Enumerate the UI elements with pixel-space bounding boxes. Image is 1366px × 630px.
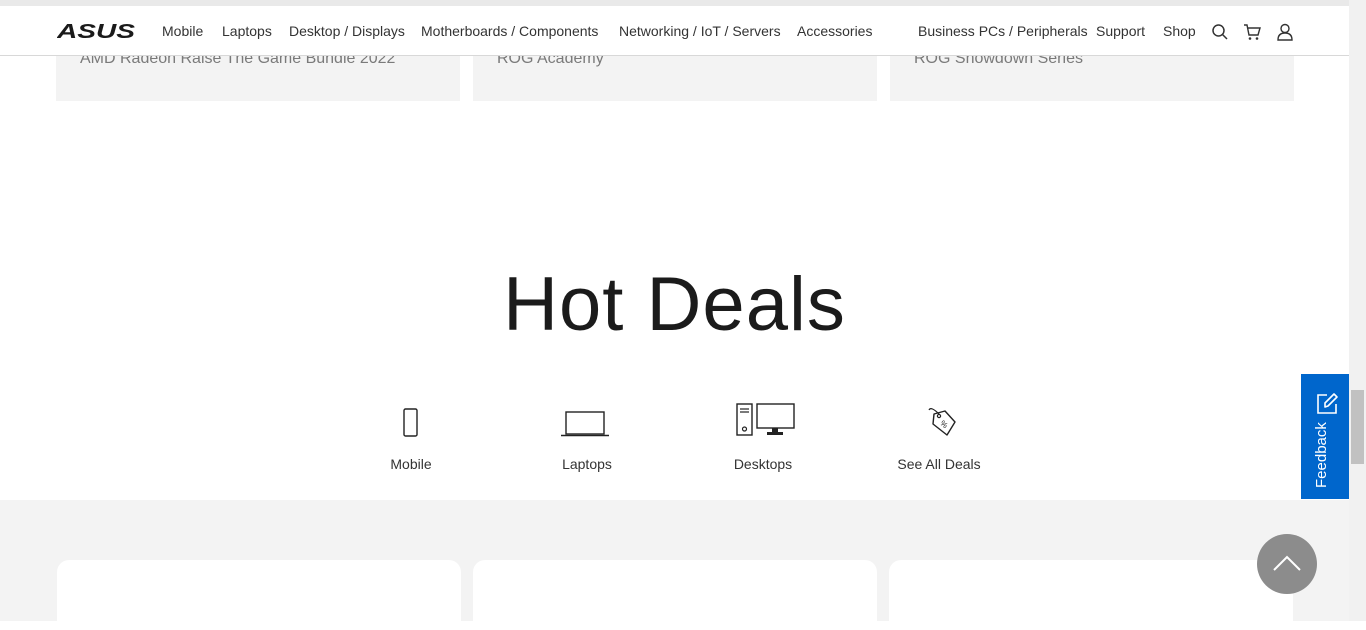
- nav-shop[interactable]: Shop: [1163, 23, 1196, 39]
- deal-card[interactable]: [473, 560, 877, 630]
- scrollbar-thumb[interactable]: [1351, 390, 1364, 464]
- category-label: Desktops: [733, 456, 793, 472]
- nav-motherboards-components[interactable]: Motherboards / Components: [421, 23, 598, 39]
- nav-support[interactable]: Support: [1096, 23, 1145, 39]
- user-icon[interactable]: [1276, 23, 1294, 41]
- category-see-all-deals[interactable]: % See All Deals: [874, 400, 1004, 472]
- category-mobile[interactable]: Mobile: [346, 400, 476, 472]
- category-laptops[interactable]: Laptops: [522, 400, 652, 472]
- deal-card[interactable]: [889, 560, 1293, 630]
- scrollbar-track[interactable]: [1349, 0, 1366, 621]
- hot-deals-heading: Hot Deals: [503, 262, 846, 347]
- edit-icon: [1317, 393, 1338, 414]
- nav-mobile[interactable]: Mobile: [162, 23, 203, 39]
- chevron-up-icon: [1273, 555, 1301, 571]
- feedback-label: Feedback: [1313, 422, 1330, 488]
- nav-accessories[interactable]: Accessories: [797, 23, 872, 39]
- back-to-top-button[interactable]: [1257, 534, 1317, 594]
- category-desktops[interactable]: Desktops: [698, 400, 828, 472]
- deal-card[interactable]: [57, 560, 461, 630]
- category-label: Mobile: [390, 456, 432, 472]
- cart-icon[interactable]: [1243, 23, 1261, 41]
- tag-icon: %: [928, 408, 956, 436]
- phone-icon: [403, 408, 418, 437]
- nav-desktop-displays[interactable]: Desktop / Displays: [289, 23, 405, 39]
- laptop-icon: [561, 411, 609, 437]
- search-icon[interactable]: [1211, 23, 1229, 41]
- site-header: ASUS Mobile Laptops Desktop / Displays M…: [0, 6, 1349, 56]
- asus-logo[interactable]: ASUS: [57, 22, 135, 40]
- nav-laptops[interactable]: Laptops: [222, 23, 272, 39]
- svg-text:%: %: [938, 419, 949, 430]
- category-label: See All Deals: [897, 456, 981, 472]
- svg-text:ASUS: ASUS: [57, 22, 135, 40]
- nav-business-pcs-peripherals[interactable]: Business PCs / Peripherals: [918, 23, 1088, 39]
- desktop-icon: [736, 403, 795, 436]
- nav-networking-iot-servers[interactable]: Networking / IoT / Servers: [619, 23, 781, 39]
- category-label: Laptops: [562, 456, 612, 472]
- feedback-button[interactable]: Feedback: [1301, 374, 1349, 499]
